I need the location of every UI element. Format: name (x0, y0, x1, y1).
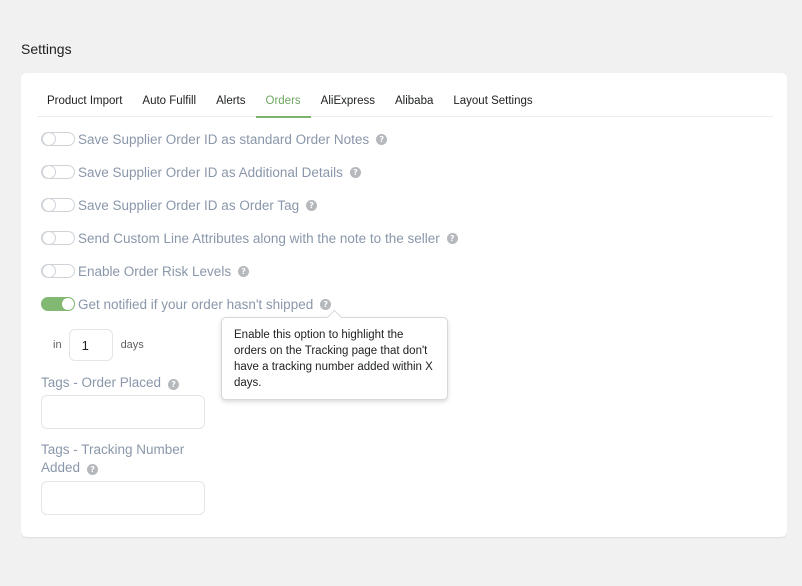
toggle-label: Save Supplier Order ID as Additional Det… (78, 164, 343, 180)
settings-card: Product Import Auto Fulfill Alerts Order… (21, 73, 787, 537)
toggle-row-risk-levels: Enable Order Risk Levels ? (41, 261, 250, 281)
tracking-added-tags-label-line2: Added (41, 460, 81, 475)
toggle-knob (61, 297, 75, 311)
tab-bar: Product Import Auto Fulfill Alerts Order… (37, 93, 773, 118)
order-tag-toggle[interactable] (41, 198, 75, 212)
help-icon[interactable]: ? (320, 298, 332, 310)
help-icon[interactable]: ? (376, 133, 388, 145)
tab-alibaba[interactable]: Alibaba (385, 93, 443, 117)
toggle-label: Save Supplier Order ID as standard Order… (78, 131, 370, 147)
toggle-knob (42, 198, 56, 212)
tab-alerts[interactable]: Alerts (206, 93, 255, 117)
help-icon[interactable]: ? (349, 166, 361, 178)
toggle-row-order-tag: Save Supplier Order ID as Order Tag ? (41, 195, 318, 215)
tab-product-import[interactable]: Product Import (37, 93, 132, 117)
days-input[interactable] (68, 329, 113, 361)
tracking-added-tags-label-line1: Tags - Tracking Number (41, 442, 185, 457)
days-suffix: days (120, 339, 144, 351)
not-shipped-toggle[interactable] (41, 297, 75, 311)
tracking-added-tags-input[interactable] (41, 481, 205, 515)
help-icon[interactable]: ? (168, 379, 180, 390)
toggle-row-order-notes: Save Supplier Order ID as standard Order… (41, 129, 388, 149)
order-placed-tags-label: Tags - Order Placed? (41, 374, 180, 392)
tab-auto-fulfill[interactable]: Auto Fulfill (132, 93, 206, 117)
risk-levels-toggle[interactable] (41, 264, 75, 278)
toggle-row-additional-details: Save Supplier Order ID as Additional Det… (41, 162, 361, 182)
order-notes-toggle[interactable] (41, 132, 75, 146)
toggle-label: Get notified if your order hasn't shippe… (78, 296, 314, 312)
help-icon[interactable]: ? (306, 199, 318, 211)
toggle-knob (42, 264, 56, 278)
tab-orders[interactable]: Orders (255, 93, 311, 118)
order-placed-tags-input[interactable] (41, 395, 205, 429)
toggle-label: Enable Order Risk Levels (78, 263, 232, 279)
days-prefix: in (53, 339, 62, 351)
toggle-row-not-shipped: Get notified if your order hasn't shippe… (41, 294, 332, 314)
tab-layout-settings[interactable]: Layout Settings (443, 93, 542, 117)
order-placed-tags-label-text: Tags - Order Placed (41, 375, 162, 390)
help-tooltip: Enable this option to highlight the orde… (221, 317, 448, 400)
toggle-knob (42, 231, 56, 245)
tracking-added-tags-label-line2-wrap: Added? (41, 459, 184, 477)
toggle-knob (42, 165, 56, 179)
toggle-knob (42, 132, 56, 146)
tab-aliexpress[interactable]: AliExpress (311, 93, 385, 117)
help-icon[interactable]: ? (87, 464, 99, 475)
toggle-row-custom-line-attributes: Send Custom Line Attributes along with t… (41, 228, 458, 248)
additional-details-toggle[interactable] (41, 165, 75, 179)
page-title: Settings (21, 41, 72, 57)
toggle-label: Save Supplier Order ID as Order Tag (78, 197, 300, 213)
custom-line-attributes-toggle[interactable] (41, 231, 75, 245)
help-icon[interactable]: ? (446, 232, 458, 244)
tracking-added-tags-label: Tags - Tracking Number Added? (41, 441, 184, 477)
help-icon[interactable]: ? (238, 265, 250, 277)
days-row: in days (53, 329, 144, 361)
toggle-label: Send Custom Line Attributes along with t… (78, 230, 440, 246)
